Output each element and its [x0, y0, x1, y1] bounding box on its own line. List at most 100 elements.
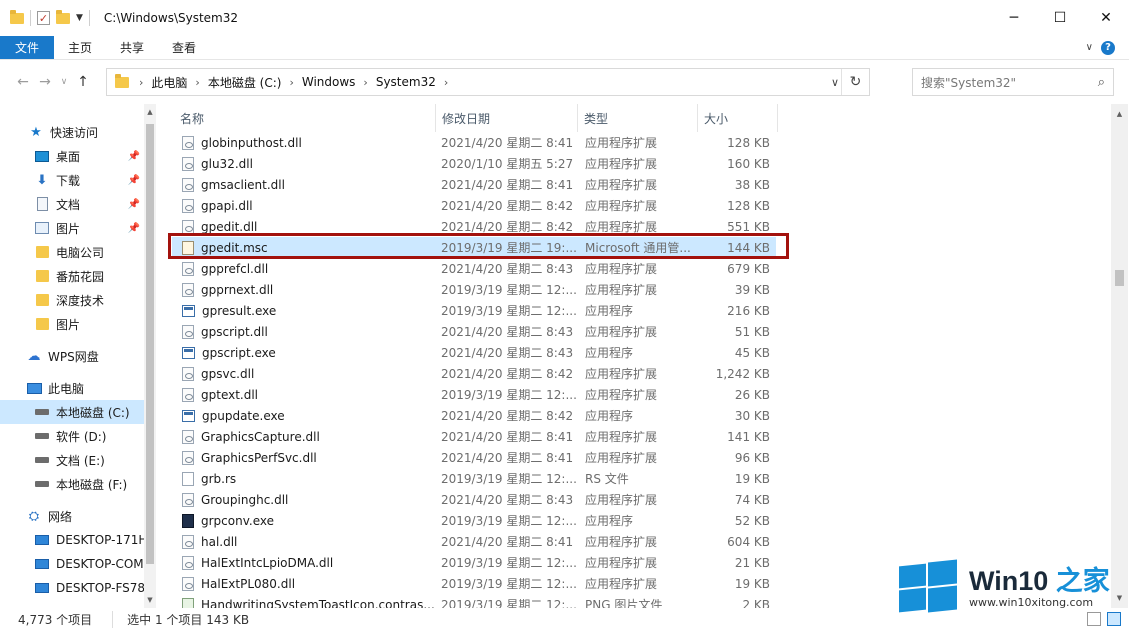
dll-file-icon [182, 177, 194, 192]
expand-ribbon-icon[interactable]: ∨ [1086, 42, 1093, 53]
nav-label: 本地磁盘 (F:) [56, 477, 128, 492]
file-row[interactable]: Groupinghc.dll 2021/4/20 星期二 8:43 应用程序扩展 74… [172, 489, 776, 510]
file-size: 1,242 KB [715, 366, 770, 381]
file-row[interactable]: gptext.dll 2019/3/19 星期二 12:... 应用程序扩展 26 K… [172, 384, 776, 405]
tab-home[interactable]: 主页 [54, 36, 106, 59]
nav-label: 深度技术 [56, 293, 105, 308]
nav-item-folder-fanqie[interactable]: 番茄花园 [0, 264, 144, 288]
nav-item-network[interactable]: ⛭ 网络 [0, 504, 144, 528]
file-row[interactable]: gpedit.msc 2019/3/19 星期二 19:... Microsoft … [172, 237, 776, 258]
file-row[interactable]: GraphicsPerfSvc.dll 2021/4/20 星期二 8:41 应用程… [172, 447, 776, 468]
tab-share[interactable]: 共享 [106, 36, 158, 59]
refresh-icon[interactable]: ↻ [841, 69, 869, 95]
address-bar[interactable]: › 此电脑 › 本地磁盘 (C:) › Windows › System32 ›… [106, 68, 870, 96]
scrollbar-thumb[interactable] [1115, 270, 1124, 286]
file-name: gpupdate.exe [202, 408, 285, 423]
tab-view[interactable]: 查看 [158, 36, 210, 59]
file-row[interactable]: gpprefcl.dll 2021/4/20 星期二 8:43 应用程序扩展 679 … [172, 258, 776, 279]
file-row[interactable]: HalExtPL080.dll 2019/3/19 星期二 12:... 应用程序扩… [172, 573, 776, 594]
column-header-name[interactable]: 名称 [174, 104, 436, 132]
nav-item-desktop-fs78[interactable]: DESKTOP-FS78 [0, 576, 144, 600]
customize-toolbar-icon[interactable]: ▼ [76, 13, 83, 23]
new-folder-icon[interactable] [56, 9, 70, 24]
nav-item-desktop-com[interactable]: DESKTOP-COM [0, 552, 144, 576]
nav-item-wps-cloud[interactable]: ☁ WPS网盘 [0, 344, 144, 368]
close-button[interactable]: ✕ [1083, 0, 1129, 36]
file-row[interactable]: gpedit.dll 2021/4/20 星期二 8:42 应用程序扩展 551 KB [172, 216, 776, 237]
file-row[interactable]: gpsvc.dll 2021/4/20 星期二 8:42 应用程序扩展 1,242 K… [172, 363, 776, 384]
file-modified-date: 2021/4/20 星期二 8:42 [441, 220, 574, 234]
nav-item-folder-diannao[interactable]: 电脑公司 [0, 240, 144, 264]
file-row[interactable]: grpconv.exe 2019/3/19 星期二 12:... 应用程序 52 KB [172, 510, 776, 531]
nav-item-folder-pictures[interactable]: 图片 [0, 312, 144, 336]
breadcrumb-windows[interactable]: Windows [294, 75, 364, 89]
chevron-right-icon[interactable]: › [444, 76, 448, 89]
up-arrow-icon[interactable]: ↑ [72, 74, 94, 90]
recent-locations-icon[interactable]: ∨ [56, 77, 72, 87]
column-header-type[interactable]: 类型 [578, 104, 698, 132]
file-type: 应用程序扩展 [585, 577, 658, 591]
nav-item-drive-f[interactable]: 本地磁盘 (F:) [0, 472, 144, 496]
pin-icon[interactable]: 📌 [128, 151, 140, 162]
nav-item-folder-shendu[interactable]: 深度技术 [0, 288, 144, 312]
forward-arrow-icon[interactable]: → [34, 74, 56, 90]
file-row[interactable]: GraphicsCapture.dll 2021/4/20 星期二 8:41 应用程… [172, 426, 776, 447]
nav-item-pictures[interactable]: 图片 📌 [0, 216, 144, 240]
nav-item-this-pc[interactable]: 此电脑 [0, 376, 144, 400]
nav-item-drive-c[interactable]: 本地磁盘 (C:) [0, 400, 144, 424]
pin-icon[interactable]: 📌 [128, 199, 140, 210]
file-row[interactable]: gpprnext.dll 2019/3/19 星期二 12:... 应用程序扩展 39… [172, 279, 776, 300]
column-header-date[interactable]: 修改日期 [436, 104, 578, 132]
file-size: 52 KB [734, 513, 770, 528]
tab-file[interactable]: 文件 [0, 36, 55, 59]
nav-item-downloads[interactable]: ⬇ 下载 📌 [0, 168, 144, 192]
file-row[interactable]: gpupdate.exe 2021/4/20 星期二 8:42 应用程序 30 KB [172, 405, 776, 426]
minimize-button[interactable]: ─ [991, 0, 1037, 36]
file-type: 应用程序扩展 [585, 283, 658, 297]
drive-icon [35, 481, 49, 487]
file-row[interactable]: gpscript.exe 2021/4/20 星期二 8:43 应用程序 45 KB [172, 342, 776, 363]
file-row[interactable]: glu32.dll 2020/1/10 星期五 5:27 应用程序扩展 160 KB [172, 153, 776, 174]
nav-item-documents[interactable]: 文档 📌 [0, 192, 144, 216]
nav-pane-scrollbar[interactable]: ▲ ▼ [144, 104, 156, 608]
file-row[interactable]: globinputhost.dll 2021/4/20 星期二 8:41 应用程序扩… [172, 132, 776, 153]
breadcrumb-system32[interactable]: System32 [368, 75, 444, 89]
scrollbar-thumb[interactable] [146, 124, 154, 564]
search-input[interactable]: 搜索"System32" ⌕ [912, 68, 1114, 96]
nav-label: DESKTOP-FS78 [56, 581, 144, 595]
file-row[interactable]: HandwritingSystemToastIcon.contras... 201… [172, 594, 776, 608]
file-row[interactable]: grb.rs 2019/3/19 星期二 12:... RS 文件 19 KB [172, 468, 776, 489]
scroll-down-icon[interactable]: ▼ [144, 596, 156, 604]
file-size: 26 KB [734, 387, 770, 402]
file-name: GraphicsCapture.dll [201, 429, 320, 444]
nav-item-desktop-171h[interactable]: DESKTOP-171H [0, 528, 144, 552]
file-row[interactable]: gpscript.dll 2021/4/20 星期二 8:43 应用程序扩展 51 K… [172, 321, 776, 342]
column-header-size[interactable]: 大小 [698, 104, 778, 132]
file-modified-date: 2019/3/19 星期二 19:... [441, 241, 577, 255]
nav-item-drive-e[interactable]: 文档 (E:) [0, 448, 144, 472]
nav-item-drive-d[interactable]: 软件 (D:) [0, 424, 144, 448]
pin-icon[interactable]: 📌 [128, 175, 140, 186]
file-row[interactable]: gpresult.exe 2019/3/19 星期二 12:... 应用程序 216 … [172, 300, 776, 321]
nav-item-quick-access[interactable]: ★ 快速访问 [0, 120, 144, 144]
breadcrumb-local-disk-c[interactable]: 本地磁盘 (C:) [200, 74, 290, 91]
file-row[interactable]: hal.dll 2021/4/20 星期二 8:41 应用程序扩展 604 KB [172, 531, 776, 552]
scroll-up-icon[interactable]: ▲ [144, 108, 156, 116]
maximize-button[interactable]: ☐ [1037, 0, 1083, 36]
address-history-icon[interactable]: ∨ [831, 69, 839, 95]
scroll-up-icon[interactable]: ▲ [1111, 110, 1128, 118]
breadcrumb-this-pc[interactable]: 此电脑 [143, 74, 195, 91]
file-name: glu32.dll [201, 156, 253, 171]
file-row[interactable]: gmsaclient.dll 2021/4/20 星期二 8:41 应用程序扩展 38… [172, 174, 776, 195]
file-size: 30 KB [734, 408, 770, 423]
folder-icon [115, 73, 129, 88]
file-row[interactable]: HalExtIntcLpioDMA.dll 2019/3/19 星期二 12:..… [172, 552, 776, 573]
pin-icon[interactable]: 📌 [128, 223, 140, 234]
file-list-scrollbar[interactable]: ▲ ▼ [1111, 104, 1128, 608]
back-arrow-icon[interactable]: ← [12, 74, 34, 90]
nav-item-desktop[interactable]: 桌面 📌 [0, 144, 144, 168]
file-row[interactable]: gpapi.dll 2021/4/20 星期二 8:42 应用程序扩展 128 KB [172, 195, 776, 216]
help-icon[interactable]: ? [1101, 40, 1115, 55]
nav-label: DESKTOP-COM [56, 557, 144, 571]
properties-icon[interactable]: ✓ [37, 11, 50, 25]
